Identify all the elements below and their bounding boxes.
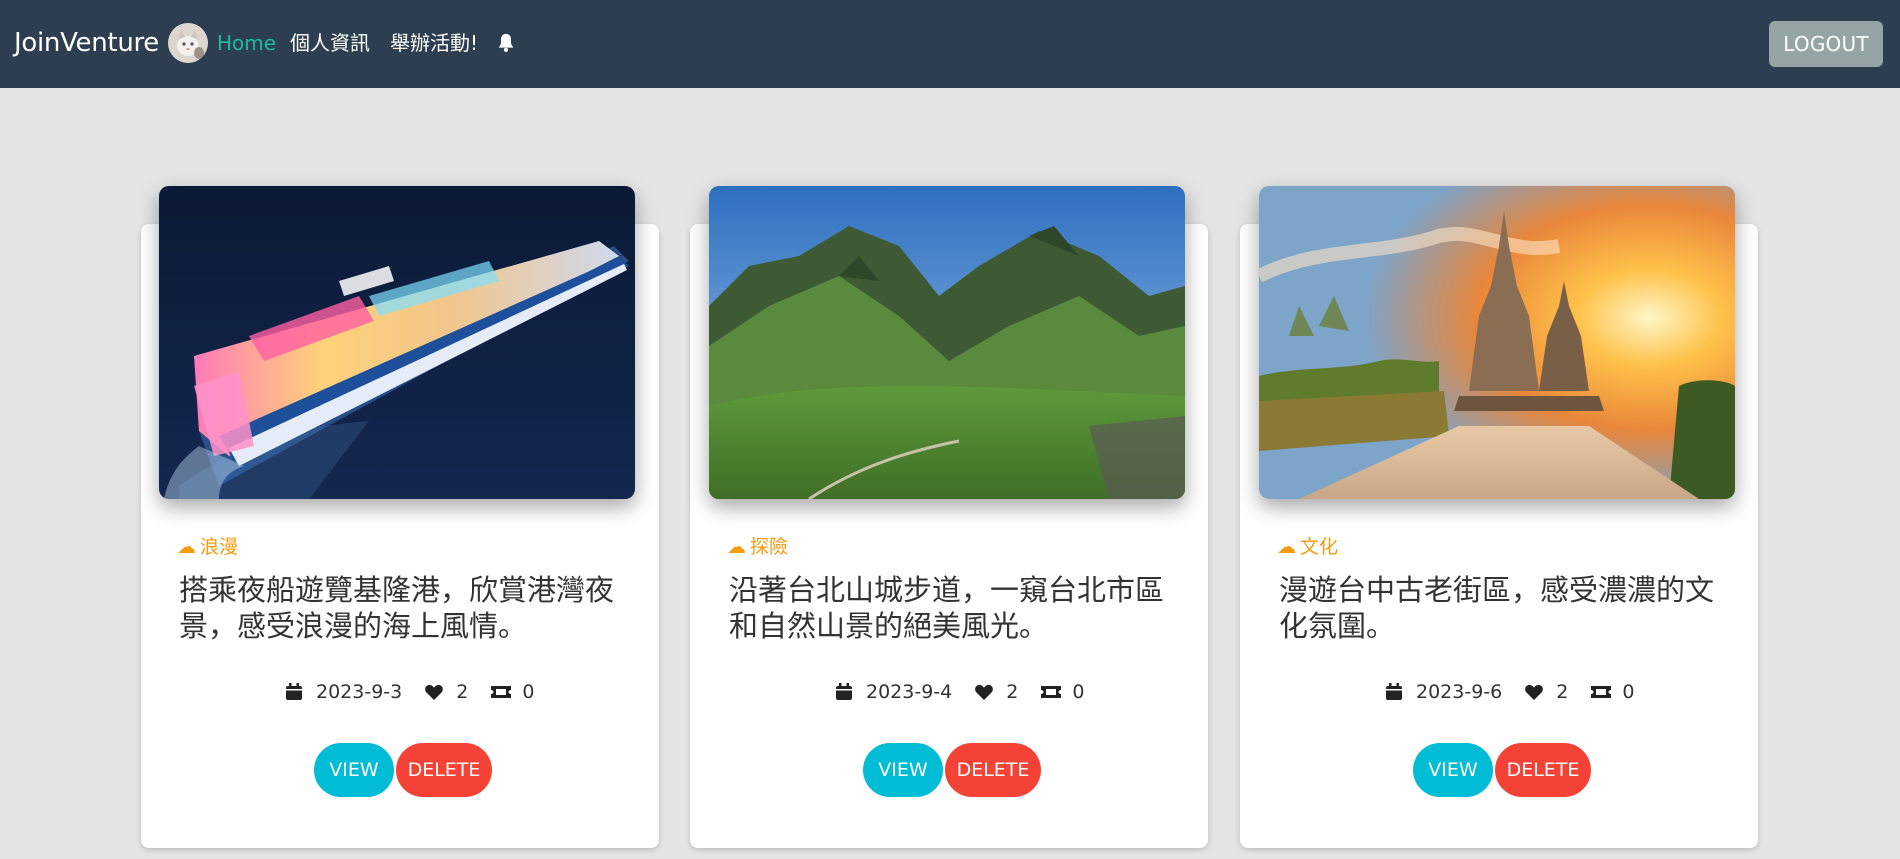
nav-host-event-link[interactable]: 舉辦活動! [390,29,478,57]
calendar-icon [834,682,854,702]
cloud-icon: ☁ [177,536,196,558]
event-category: ☁ 浪漫 [177,535,238,559]
calendar-icon [284,682,304,702]
delete-button[interactable]: DELETE [396,743,492,797]
event-meta: 2023-9-4 2 0 [834,679,1084,705]
event-actions: VIEW DELETE [863,743,1041,797]
ticket-icon [1590,682,1612,702]
event-category-label: 探險 [750,536,789,558]
event-actions: VIEW DELETE [1413,743,1591,797]
event-category-label: 浪漫 [200,536,239,558]
event-card-image[interactable] [709,186,1185,499]
nav-home-link[interactable]: Home [217,29,276,57]
nav-profile-link[interactable]: 個人資訊 [290,29,370,57]
event-tickets: 0 [1622,681,1635,703]
heart-icon[interactable] [974,682,994,702]
view-button[interactable]: VIEW [1413,743,1493,797]
heart-icon[interactable] [424,682,444,702]
view-button[interactable]: VIEW [863,743,943,797]
event-meta: 2023-9-6 2 0 [1384,679,1634,705]
bell-icon[interactable] [495,32,517,54]
event-date: 2023-9-3 [316,681,403,703]
event-meta: 2023-9-3 2 0 [284,679,534,705]
event-likes: 2 [456,681,469,703]
ticket-icon [1040,682,1062,702]
event-category: ☁ 文化 [1277,535,1338,559]
event-card-image[interactable] [1259,186,1735,499]
event-tickets: 0 [522,681,535,703]
event-date: 2023-9-4 [866,681,953,703]
event-likes: 2 [1006,681,1019,703]
cloud-icon: ☁ [727,536,746,558]
event-likes: 2 [1556,681,1569,703]
navbar: JoinVenture Home 個人資訊 舉辦活動! LOGOUT [0,0,1900,88]
view-button[interactable]: VIEW [314,743,394,797]
brand-logo[interactable]: JoinVenture [14,26,159,60]
event-tickets: 0 [1072,681,1085,703]
logout-button[interactable]: LOGOUT [1769,21,1883,67]
delete-button[interactable]: DELETE [1495,743,1591,797]
event-category: ☁ 探險 [727,535,788,559]
event-title: 沿著台北山城步道，一窺台北市區和自然山景的絕美風光。 [729,573,1165,643]
event-title: 漫遊台中古老街區，感受濃濃的文化氛圍。 [1279,573,1715,643]
delete-button[interactable]: DELETE [945,743,1041,797]
event-actions: VIEW DELETE [314,743,492,797]
cloud-icon: ☁ [1277,536,1296,558]
event-card-image[interactable] [159,186,635,499]
event-date: 2023-9-6 [1416,681,1503,703]
avatar[interactable] [168,23,208,63]
ticket-icon [490,682,512,702]
event-title: 搭乘夜船遊覽基隆港，欣賞港灣夜景，感受浪漫的海上風情。 [179,573,615,643]
calendar-icon [1384,682,1404,702]
event-category-label: 文化 [1300,536,1339,558]
heart-icon[interactable] [1524,682,1544,702]
